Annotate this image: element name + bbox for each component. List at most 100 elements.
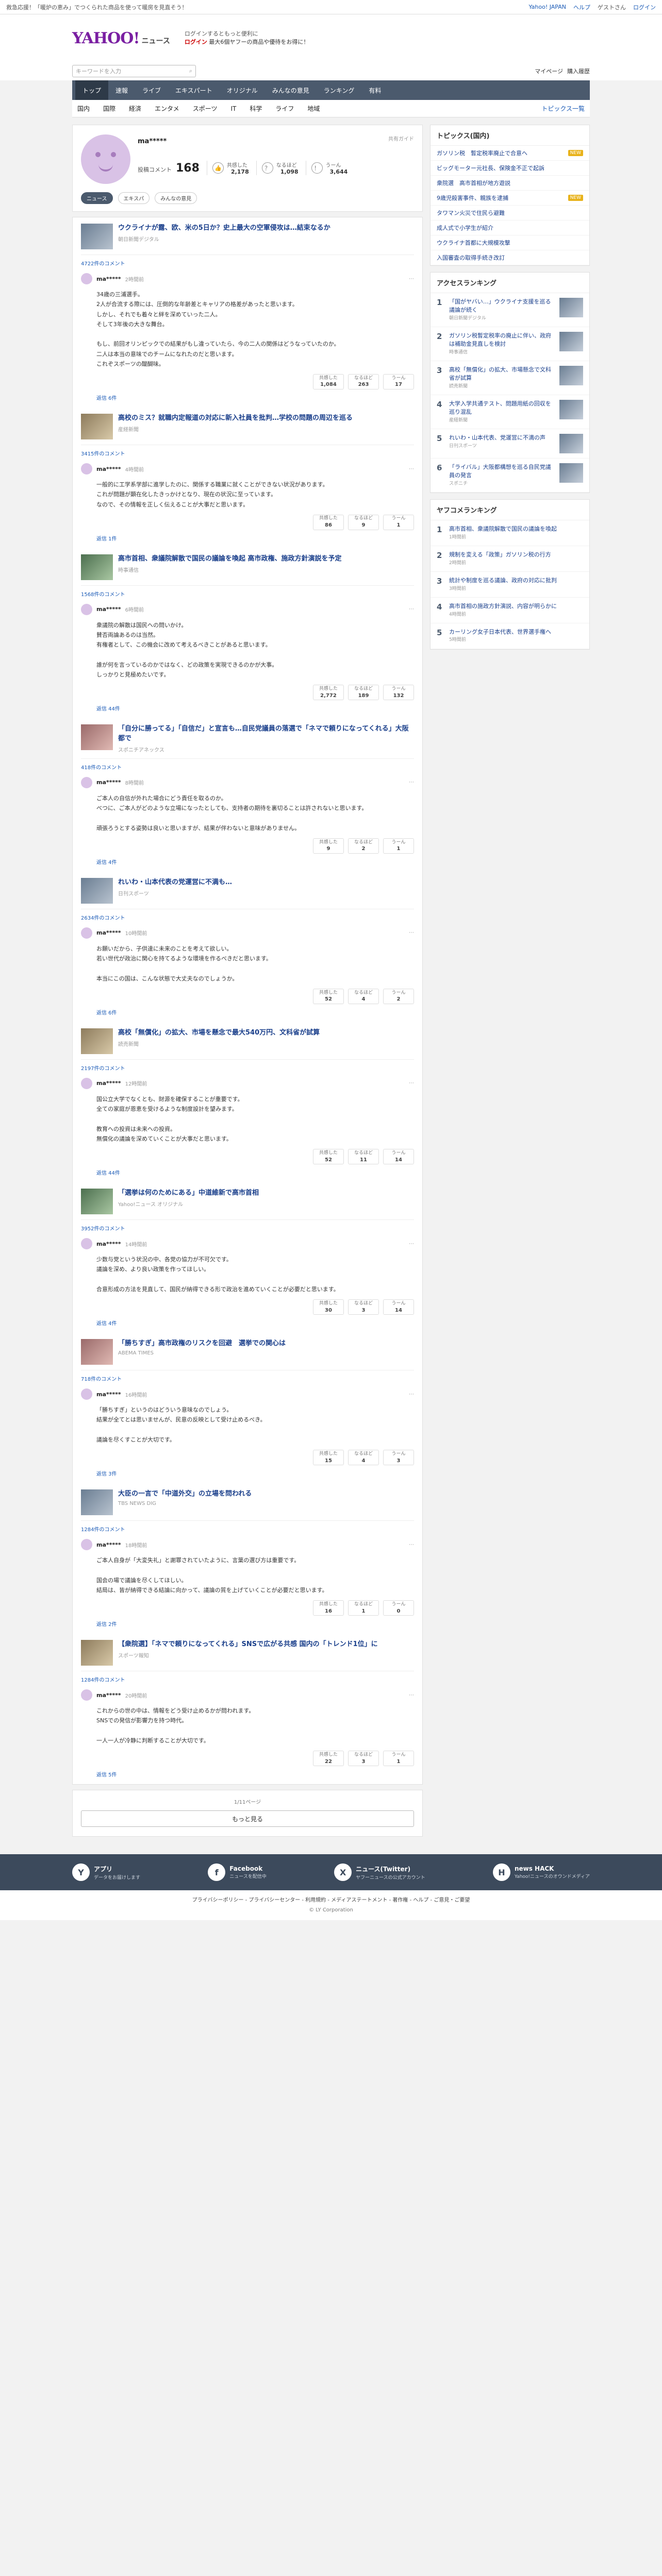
rank-title[interactable]: ガソリン税暫定税率の廃止に伴い、政府は補助金見直しを検討 時事通信 — [449, 332, 555, 356]
comment-user[interactable]: ma***** — [96, 929, 121, 936]
rank-thumbnail[interactable] — [559, 399, 583, 419]
ranking-item[interactable]: 4 高市首相の施政方針演説、内容が明らかに 4時間前 — [431, 598, 589, 623]
yahoo-news-logo[interactable]: YAHOO! ニュース — [72, 29, 170, 47]
replies-link[interactable]: 返信 6件 — [96, 394, 414, 401]
help-link[interactable]: ヘルプ — [573, 3, 590, 11]
reaction-agree-button[interactable]: 共感した 22 — [313, 1751, 344, 1767]
nav-expert[interactable]: エキスパート — [168, 80, 220, 100]
rank-thumbnail[interactable] — [559, 433, 583, 453]
reaction-insight-button[interactable]: なるほど 1 — [348, 1600, 379, 1616]
rank-title[interactable]: 規制を変える「政策」ガソリン税の行方 2時間前 — [449, 551, 583, 567]
search-icon[interactable]: ⌕ — [189, 67, 192, 75]
topic-title[interactable]: ガソリン税 暫定税率廃止で合意へ — [437, 149, 527, 157]
share-guide-link[interactable]: 共有ガイド — [388, 134, 414, 145]
rank-title[interactable]: 「ライバル」大阪都構想を巡る自民党議員の発言 スポニチ — [449, 463, 555, 487]
reaction-hmm-button[interactable]: うーん 0 — [383, 1600, 414, 1616]
reaction-hmm-button[interactable]: うーん 17 — [383, 374, 414, 389]
report-icon[interactable]: ⋯ — [409, 930, 414, 936]
report-icon[interactable]: ⋯ — [409, 276, 414, 282]
app-title[interactable]: Facebook — [229, 1865, 267, 1872]
reaction-agree-button[interactable]: 共感した 1,084 — [313, 374, 344, 389]
article-thumbnail[interactable] — [81, 1640, 113, 1666]
subnav-local[interactable]: 地域 — [307, 104, 320, 113]
article-title[interactable]: 「勝ちすぎ」高市政権のリスクを回避 選挙での関心は — [118, 1339, 286, 1349]
subnav-it[interactable]: IT — [230, 105, 236, 112]
article-comment-count[interactable]: 1284件のコメント — [81, 1675, 414, 1683]
rank-title[interactable]: 高市首相、衆議院解散で国民の議論を喚起 1時間前 — [449, 525, 583, 541]
ranking-item[interactable]: 5 カーリング女子日本代表、世界選手権へ 5時間前 — [431, 623, 589, 649]
ranking-item[interactable]: 1 高市首相、衆議院解散で国民の議論を喚起 1時間前 — [431, 520, 589, 546]
ranking-item[interactable]: 3 高校「無償化」の拡大、市場懸念で文科省が試算 読売新聞 — [431, 361, 589, 395]
topic-title[interactable]: ウクライナ首都に大規模攻撃 — [437, 239, 510, 247]
article-thumbnail[interactable] — [81, 554, 113, 580]
reaction-insight-button[interactable]: なるほど 3 — [348, 1751, 379, 1767]
report-icon[interactable]: ⋯ — [409, 1692, 414, 1698]
rank-title[interactable]: 高校「無償化」の拡大、市場懸念で文科省が試算 読売新聞 — [449, 366, 555, 390]
banner-notice[interactable]: 救急応援！「暖炉の恵み」でつくられた商品を使って暖房を見直そう！ — [6, 3, 187, 11]
app-title[interactable]: ニュース(Twitter) — [356, 1865, 425, 1873]
app-title[interactable]: news HACK — [515, 1865, 590, 1872]
article-thumbnail[interactable] — [81, 1489, 113, 1516]
topic-title[interactable]: 成人式で小学生が紹介 — [437, 224, 493, 232]
rank-title[interactable]: 大学入学共通テスト、問題用紙の回収を巡り混乱 産経新聞 — [449, 400, 555, 424]
ranking-item[interactable]: 6 「ライバル」大阪都構想を巡る自民党議員の発言 スポニチ — [431, 459, 589, 493]
report-icon[interactable]: ⋯ — [409, 1241, 414, 1247]
rank-title[interactable]: 「国がヤバい…」ウクライナ支援を巡る議論が続く 朝日新聞デジタル — [449, 298, 555, 322]
show-more-button[interactable]: もっと見る — [81, 1810, 414, 1827]
reaction-hmm-button[interactable]: うーん 14 — [383, 1149, 414, 1165]
article-comment-count[interactable]: 3952件のコメント — [81, 1224, 414, 1232]
reaction-insight-button[interactable]: なるほど 4 — [348, 988, 379, 1004]
login-link[interactable]: ログイン — [633, 3, 656, 11]
topic-title[interactable]: ビッグモーター元社長、保険金不正で起訴 — [437, 164, 544, 172]
report-icon[interactable]: ⋯ — [409, 1080, 414, 1086]
rank-title[interactable]: カーリング女子日本代表、世界選手権へ 5時間前 — [449, 628, 583, 644]
rank-thumbnail[interactable] — [559, 365, 583, 385]
footer-app-3[interactable]: Hnews HACK Yahoo!ニュースのオウンドメディア — [492, 1863, 590, 1882]
subnav-sports[interactable]: スポーツ — [193, 104, 218, 113]
topic-item[interactable]: ウクライナ首都に大規模攻撃 — [431, 235, 589, 250]
reaction-insight-button[interactable]: なるほど 11 — [348, 1149, 379, 1165]
replies-link[interactable]: 返信 4件 — [96, 1319, 414, 1327]
topic-item[interactable]: タワマン火災で住民ら避難 — [431, 206, 589, 221]
replies-link[interactable]: 返信 5件 — [96, 1770, 414, 1778]
subnav-entertainment[interactable]: エンタメ — [155, 104, 179, 113]
topic-title[interactable]: タワマン火災で住民ら避難 — [437, 209, 505, 217]
search-input[interactable]: キーワードを入力 ⌕ — [72, 65, 196, 77]
topic-item[interactable]: ガソリン税 暫定税率廃止で合意へ NEW — [431, 146, 589, 161]
article-link[interactable]: 【衆院選】「ネマで頼りになってくれる」SNSで広がる共感 国内の「トレンド1位」… — [81, 1640, 414, 1672]
reaction-insight-button[interactable]: なるほど 4 — [348, 1450, 379, 1466]
article-title[interactable]: 高市首相、衆議院解散で国民の議論を喚起 高市政権、施政方針演説を予定 — [118, 554, 342, 564]
footer-app-1[interactable]: f Facebook ニュースを配信中 — [208, 1863, 267, 1882]
article-title[interactable]: ウクライナが露、欧、米の5日か？史上最大の空軍侵攻は…結束なるか — [118, 224, 330, 233]
article-link[interactable]: 「自分に勝ってる」「自信だ」と宣言も…自民党議員の落選で「ネマで頼りになってくれ… — [81, 724, 414, 759]
reaction-hmm-button[interactable]: うーん 1 — [383, 838, 414, 854]
article-thumbnail[interactable] — [81, 224, 113, 249]
promo-login-link[interactable]: ログイン — [185, 39, 207, 45]
replies-link[interactable]: 返信 2件 — [96, 1620, 414, 1628]
article-thumbnail[interactable] — [81, 724, 113, 751]
rank-title[interactable]: 高市首相の施政方針演説、内容が明らかに 4時間前 — [449, 602, 583, 618]
ranking-item[interactable]: 1 「国がヤバい…」ウクライナ支援を巡る議論が続く 朝日新聞デジタル — [431, 293, 589, 327]
topic-title[interactable]: 入国審査の取得手続き改訂 — [437, 253, 505, 262]
reaction-agree-button[interactable]: 共感した 30 — [313, 1299, 344, 1315]
report-icon[interactable]: ⋯ — [409, 606, 414, 612]
nav-breaking[interactable]: 速報 — [108, 80, 135, 100]
ranking-item[interactable]: 3 統計や制度を巡る議論、政府の対応に批判 3時間前 — [431, 572, 589, 598]
replies-link[interactable]: 返信 3件 — [96, 1469, 414, 1477]
rank-thumbnail[interactable] — [559, 298, 583, 317]
article-link[interactable]: 大臣の一言で「中道外交」の立場を問われる TBS NEWS DIG — [81, 1489, 414, 1521]
ranking-item[interactable]: 4 大学入学共通テスト、問題用紙の回収を巡り混乱 産経新聞 — [431, 395, 589, 429]
topic-item[interactable]: 9歳児殺害事件、親族を逮捕 NEW — [431, 191, 589, 206]
article-comment-count[interactable]: 3415件のコメント — [81, 449, 414, 457]
article-link[interactable]: 高校のミス？就職内定報道の対応に新入社員を批判…学校の問題の周辺を巡る 産経新聞 — [81, 414, 414, 445]
subnav-international[interactable]: 国際 — [103, 104, 115, 113]
article-comment-count[interactable]: 2197件のコメント — [81, 1064, 414, 1072]
article-comment-count[interactable]: 718件のコメント — [81, 1375, 414, 1382]
comment-user[interactable]: ma***** — [96, 466, 121, 472]
comment-user[interactable]: ma***** — [96, 1541, 121, 1548]
ranking-item[interactable]: 5 れいわ・山本代表、党運営に不満の声 日刊スポーツ — [431, 429, 589, 459]
ranking-item[interactable]: 2 ガソリン税暫定税率の廃止に伴い、政府は補助金見直しを検討 時事通信 — [431, 327, 589, 361]
reaction-hmm-button[interactable]: うーん 1 — [383, 1751, 414, 1767]
article-thumbnail[interactable] — [81, 414, 113, 439]
comment-user[interactable]: ma***** — [96, 1692, 121, 1699]
